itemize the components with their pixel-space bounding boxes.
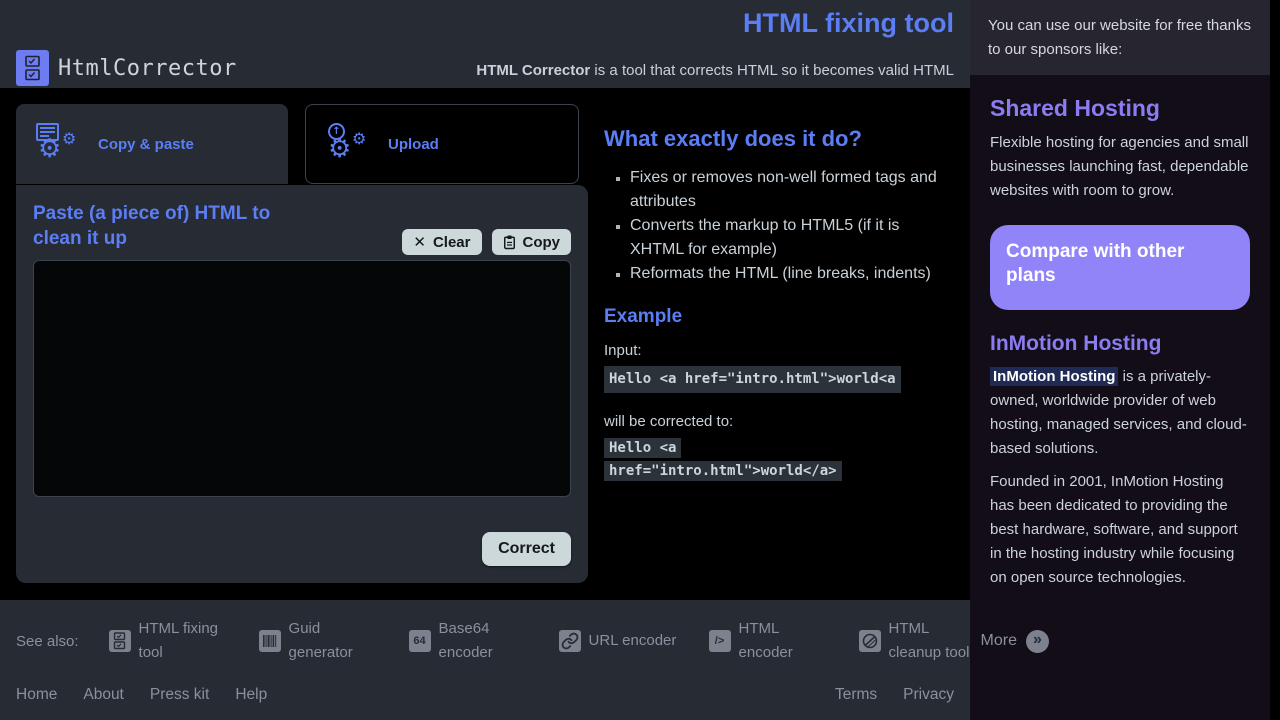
tagline-rest: is a tool that corrects HTML so it becom… <box>590 62 954 79</box>
footer: See also: HTML fixing tool Guid generato… <box>0 600 970 720</box>
tab-upload-label: Upload <box>388 136 439 153</box>
paste-panel-heading: Paste (a piece of) HTML to clean it up <box>33 201 288 251</box>
footer-tool-link[interactable]: 64 Base64 encoder <box>409 617 531 665</box>
clear-button-label: Clear <box>433 234 471 251</box>
footer-tool-link[interactable]: HTML cleanup tool <box>859 617 981 665</box>
cleanup-glyph <box>861 632 879 650</box>
copy-paste-icon: ⚙ ⚙ <box>36 123 84 165</box>
footer-tool-link[interactable]: /> HTML encoder <box>709 617 831 665</box>
logo-text: HtmlCorrector <box>58 56 237 81</box>
more-chevrons-icon: » <box>1026 630 1049 653</box>
see-also-links: HTML fixing tool Guid generator 64 Base6… <box>109 617 981 665</box>
shared-hosting-link[interactable]: Shared Hosting <box>990 95 1250 122</box>
upload-icon: ↑ ⚙ ⚙ <box>326 123 374 165</box>
tab-upload[interactable]: ↑ ⚙ ⚙ Upload <box>305 104 579 184</box>
footer-nav-link[interactable]: Help <box>235 686 267 704</box>
clear-button[interactable]: ✕ Clear <box>402 229 481 255</box>
base64-icon: 64 <box>409 630 431 652</box>
footer-tool-label: Base64 encoder <box>439 617 531 665</box>
inmotion-highlighted-text: InMotion Hosting <box>990 367 1118 386</box>
footer-tool-link[interactable]: HTML fixing tool <box>109 617 231 665</box>
link-glyph <box>561 632 579 650</box>
clipboard-icon <box>503 234 516 250</box>
sponsor-intro: You can use our website for free thanks … <box>970 0 1270 75</box>
shared-hosting-text: Flexible hosting for agencies and small … <box>990 131 1250 203</box>
tab-copy-paste-label: Copy & paste <box>98 136 194 153</box>
gear-icon: ⚙ <box>62 131 76 147</box>
example-output-label: will be corrected to: <box>604 411 956 433</box>
clear-x-icon: ✕ <box>413 233 426 251</box>
copy-button-label: Copy <box>523 234 561 251</box>
compare-plans-card[interactable]: Compare with other plans <box>990 225 1250 310</box>
footer-tool-label: HTML fixing tool <box>139 617 231 665</box>
inmotion-paragraph-1: InMotion Hosting is a privately-owned, w… <box>990 365 1250 461</box>
html-input-textarea[interactable] <box>33 260 571 497</box>
html-fixing-glyph <box>112 632 128 650</box>
tab-copy-paste[interactable]: ⚙ ⚙ Copy & paste <box>16 104 288 184</box>
footer-nav-link[interactable]: Home <box>16 686 57 704</box>
see-also-label: See also: <box>16 633 79 650</box>
code-icon: /> <box>709 630 731 652</box>
html-fixing-icon <box>109 630 131 652</box>
more-link[interactable]: More » <box>981 630 1049 653</box>
example-input-label: Input: <box>604 340 956 362</box>
footer-nav-link[interactable]: About <box>83 686 124 704</box>
footer-nav-link[interactable]: Press kit <box>150 686 209 704</box>
info-column: What exactly does it do? Fixes or remove… <box>604 126 956 483</box>
footer-tool-label: HTML encoder <box>739 617 831 665</box>
gear-icon: ⚙ <box>38 136 61 162</box>
footer-legal: Terms Privacy <box>835 686 954 704</box>
htmlcorrector-logo-icon <box>16 50 49 86</box>
example-input-code: Hello <a href="intro.html">world<a <box>604 366 901 393</box>
tagline-bold: HTML Corrector <box>476 62 590 79</box>
paste-panel: Paste (a piece of) HTML to clean it up ✕… <box>16 185 588 583</box>
footer-tool-label: Guid generator <box>289 617 381 665</box>
barcode-glyph <box>262 634 278 648</box>
footer-tool-label: URL encoder <box>589 629 681 653</box>
footer-tool-label: HTML cleanup tool <box>889 617 981 665</box>
tagline: HTML Corrector is a tool that corrects H… <box>476 62 954 79</box>
example-output-code: Hello <a href="intro.html">world</a> <box>604 438 842 481</box>
inmotion-hosting-link[interactable]: InMotion Hosting <box>990 332 1250 356</box>
inmotion-paragraph-2: Founded in 2001, InMotion Hosting has be… <box>990 470 1250 590</box>
link-icon <box>559 630 581 652</box>
info-heading: What exactly does it do? <box>604 126 956 152</box>
sponsor-sidebar: You can use our website for free thanks … <box>970 0 1270 720</box>
gear-icon: ⚙ <box>352 131 366 147</box>
gear-icon: ⚙ <box>328 136 351 162</box>
barcode-icon <box>259 630 281 652</box>
logo[interactable]: HtmlCorrector <box>16 50 237 86</box>
footer-tool-link[interactable]: URL encoder <box>559 629 681 653</box>
compare-plans-title: Compare with other plans <box>1006 240 1236 288</box>
footer-legal-link[interactable]: Privacy <box>903 686 954 704</box>
correct-button[interactable]: Correct <box>482 532 571 566</box>
feature-item: Fixes or removes non-well formed tags an… <box>630 166 956 214</box>
page-title: HTML fixing tool <box>743 8 954 39</box>
feature-list: Fixes or removes non-well formed tags an… <box>630 166 956 286</box>
footer-legal-link[interactable]: Terms <box>835 686 877 704</box>
feature-item: Reformats the HTML (line breaks, indents… <box>630 262 956 286</box>
example-heading: Example <box>604 306 956 328</box>
header: HtmlCorrector HTML fixing tool HTML Corr… <box>0 0 970 88</box>
more-label: More <box>981 632 1017 650</box>
footer-nav: Home About Press kit Help <box>16 686 267 704</box>
feature-item: Converts the markup to HTML5 (if it is X… <box>630 214 956 262</box>
cleanup-icon <box>859 630 881 652</box>
footer-tool-link[interactable]: Guid generator <box>259 617 381 665</box>
copy-button[interactable]: Copy <box>492 229 572 255</box>
main-content: ⚙ ⚙ Copy & paste ↑ ⚙ ⚙ Upload Paste (a p… <box>0 88 970 600</box>
